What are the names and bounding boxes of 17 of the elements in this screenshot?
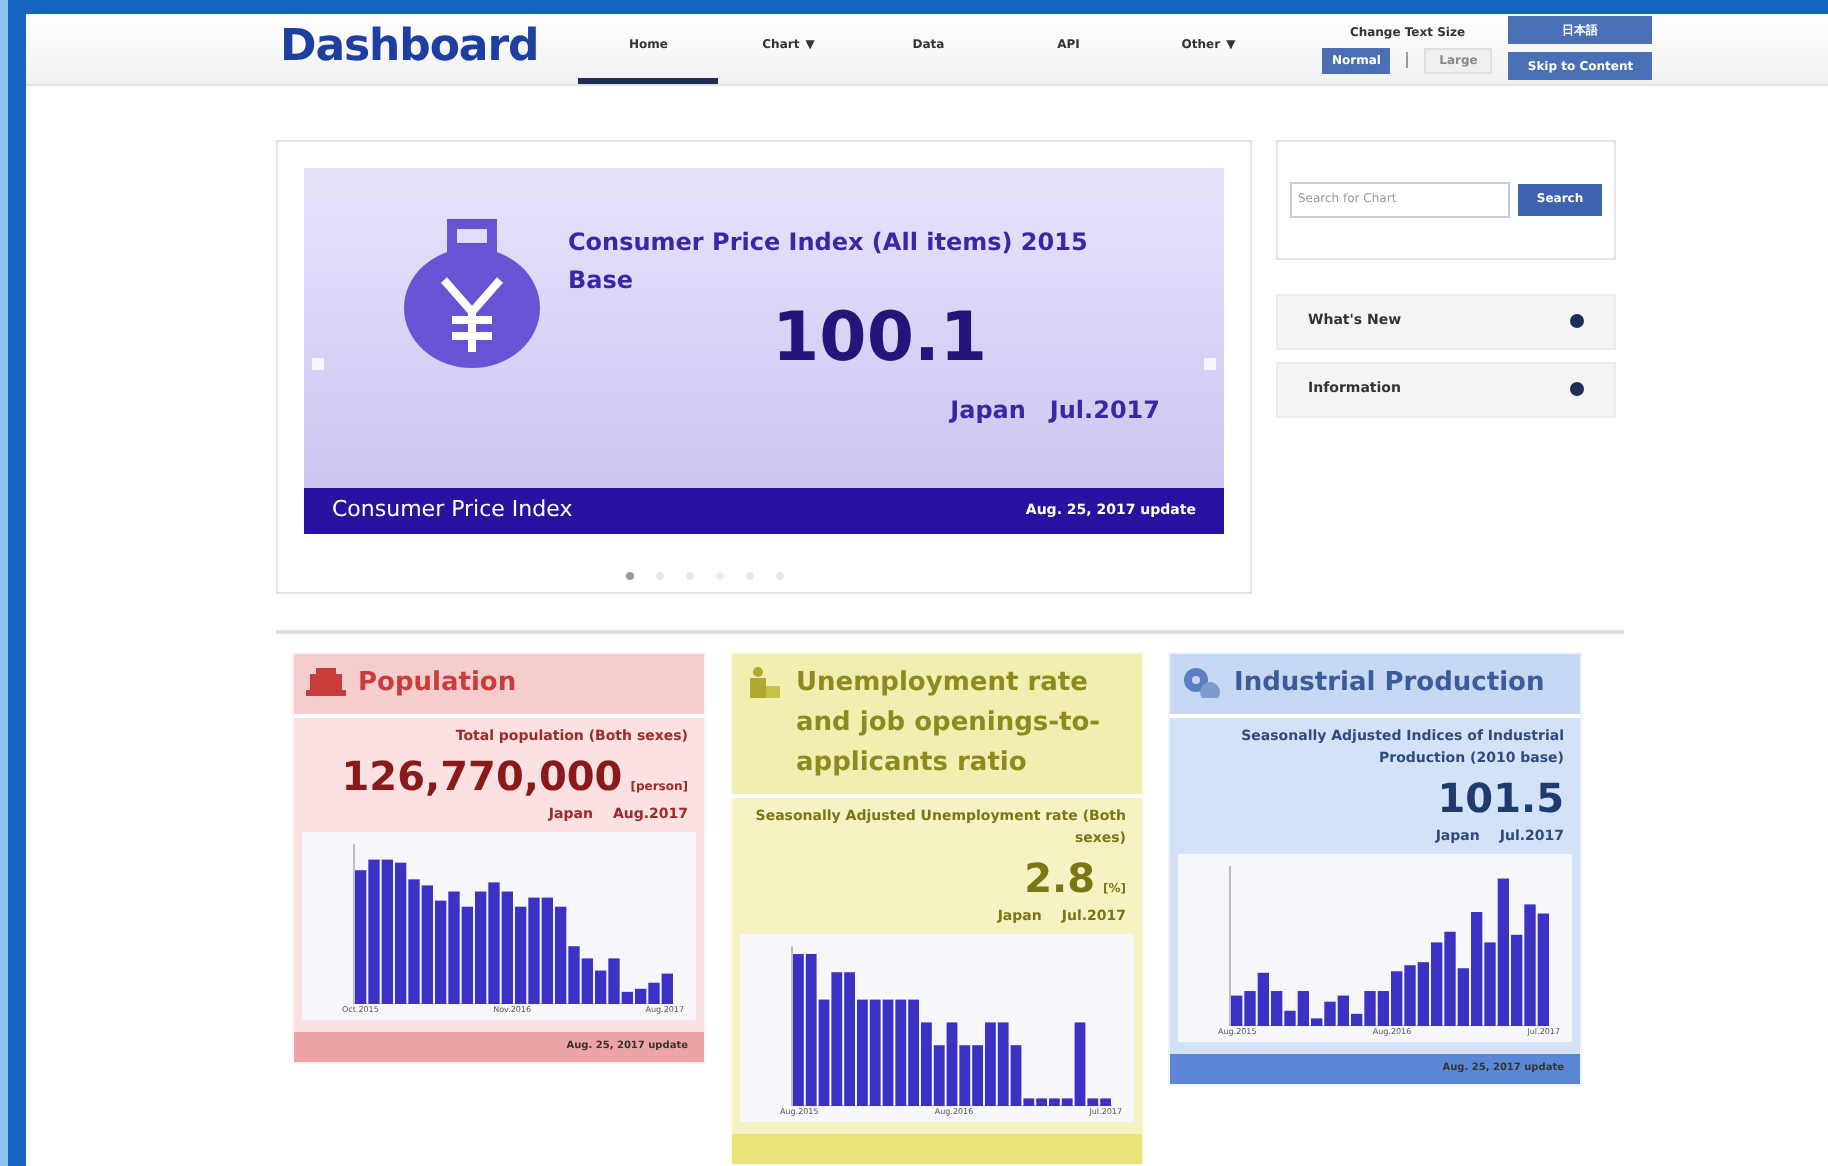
building-icon	[306, 665, 346, 697]
slide-date: Jul.2017	[1049, 393, 1160, 427]
logo[interactable]: Dashboard	[280, 20, 539, 77]
card-value: 101.5	[1437, 773, 1564, 821]
gears-icon	[1182, 665, 1222, 697]
card-title: Unemployment rate and job openings-to-applicants ratio	[796, 665, 1103, 781]
slide-footer-title: Consumer Price Index	[332, 493, 573, 526]
person-icon	[744, 665, 784, 697]
card-value: 2.8	[1024, 853, 1095, 901]
slide-place: Japan	[950, 393, 1026, 427]
card-value: 126,770,000	[341, 751, 623, 799]
card-title: Population	[358, 665, 517, 701]
slide-title: Consumer Price Index (All items) 2015 Base	[568, 225, 1090, 297]
slide-value: 100.1	[772, 303, 990, 371]
card-title: Industrial Production	[1234, 665, 1545, 701]
expand-icon[interactable]	[1570, 314, 1584, 328]
expand-icon[interactable]	[1570, 382, 1584, 396]
